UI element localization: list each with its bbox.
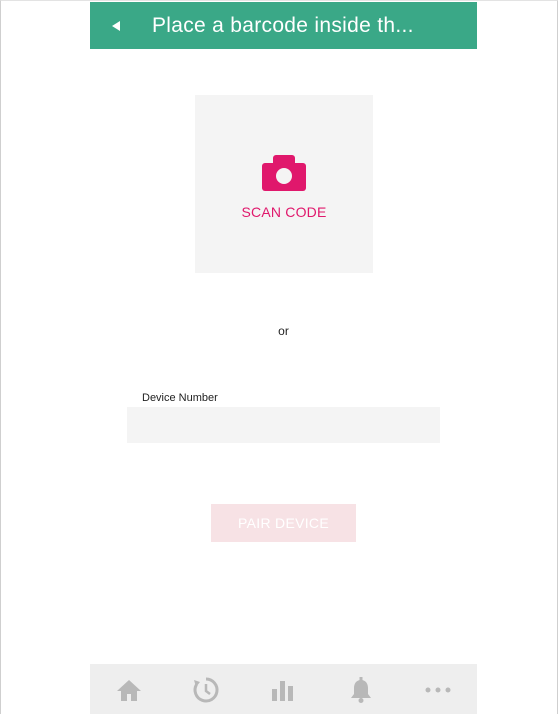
scan-code-label: SCAN CODE [241, 204, 327, 220]
home-icon [116, 680, 141, 701]
device-number-label: Device Number [142, 392, 218, 404]
back-arrow-icon [112, 20, 120, 31]
tab-stats[interactable] [253, 664, 313, 714]
scan-code-button[interactable]: SCAN CODE [195, 95, 373, 273]
or-separator: or [278, 324, 289, 338]
tab-history[interactable] [176, 664, 236, 714]
tab-home[interactable] [99, 664, 159, 714]
screen-frame: Place a barcode inside th... SCAN CODE o… [0, 0, 558, 714]
stats-icon [272, 681, 294, 701]
device-number-input[interactable] [127, 407, 440, 443]
page-title: Place a barcode inside th... [152, 13, 414, 37]
bottom-tab-bar [90, 664, 477, 714]
app-screen: Place a barcode inside th... SCAN CODE o… [90, 2, 477, 714]
camera-icon [262, 155, 306, 191]
pair-device-button[interactable]: PAIR DEVICE [211, 504, 356, 542]
bell-icon [350, 677, 371, 703]
tab-more[interactable] [408, 664, 468, 714]
history-icon [193, 677, 219, 703]
tab-notifications[interactable] [331, 664, 391, 714]
back-button[interactable] [90, 2, 134, 49]
app-header: Place a barcode inside th... [90, 2, 477, 49]
more-icon [425, 687, 451, 693]
